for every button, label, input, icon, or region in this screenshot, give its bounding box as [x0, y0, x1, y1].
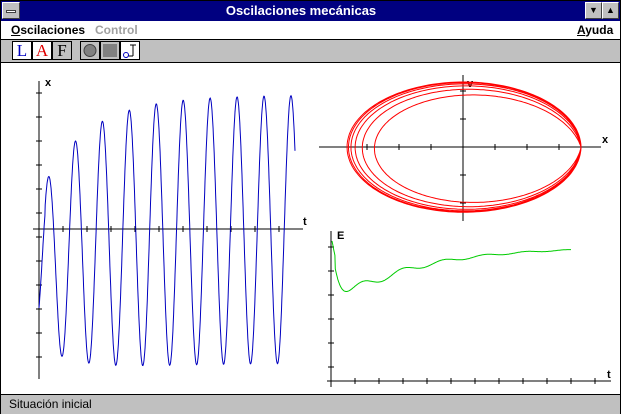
- plots-svg: xtvxEt: [33, 75, 611, 387]
- status-bar: Situación inicial: [1, 394, 620, 414]
- energy-t-label: t: [607, 369, 611, 381]
- phase-x-label: x: [602, 134, 609, 146]
- menu-ayuda-accel: A: [577, 23, 586, 37]
- title-bar[interactable]: Oscilaciones mecánicas ▼ ▲: [1, 1, 620, 21]
- record-icon: [83, 44, 97, 57]
- menu-bar: Oscilaciones Control Ayuda: [1, 21, 620, 40]
- tool-l-button[interactable]: L: [12, 41, 32, 60]
- app-window: Oscilaciones mecánicas ▼ ▲ Oscilaciones …: [0, 0, 621, 414]
- stop-button[interactable]: [100, 41, 120, 60]
- status-text: Situación inicial: [9, 397, 92, 411]
- record-button[interactable]: [80, 41, 100, 60]
- menu-ayuda-label: yuda: [585, 23, 614, 37]
- menu-ayuda[interactable]: Ayuda: [577, 22, 613, 38]
- t-axis-label: t: [303, 216, 307, 228]
- window-title: Oscilaciones mecánicas: [225, 3, 377, 18]
- tool-a-button[interactable]: A: [32, 41, 52, 60]
- menu-oscilaciones-accel: O: [11, 23, 21, 37]
- tool-f-button[interactable]: F: [52, 41, 72, 60]
- menu-oscilaciones-label: scilaciones: [20, 23, 86, 37]
- stop-icon: [103, 44, 117, 57]
- plot-canvas: xtvxEt: [1, 63, 620, 394]
- minimize-button[interactable]: ▼: [585, 2, 602, 19]
- energy-axis-label: E: [337, 230, 344, 242]
- pendulum-button[interactable]: [120, 41, 140, 60]
- toolbar: L A F: [1, 40, 620, 63]
- maximize-button[interactable]: ▲: [602, 2, 619, 19]
- menu-oscilaciones[interactable]: Oscilaciones: [11, 22, 85, 38]
- system-menu-icon: [6, 10, 16, 13]
- energy-series: [331, 240, 571, 292]
- system-menu-button[interactable]: [2, 2, 20, 19]
- x-axis-label: x: [45, 77, 52, 89]
- menu-control[interactable]: Control: [95, 22, 138, 38]
- pendulum-icon: [123, 44, 136, 58]
- displacement-series: [38, 94, 296, 367]
